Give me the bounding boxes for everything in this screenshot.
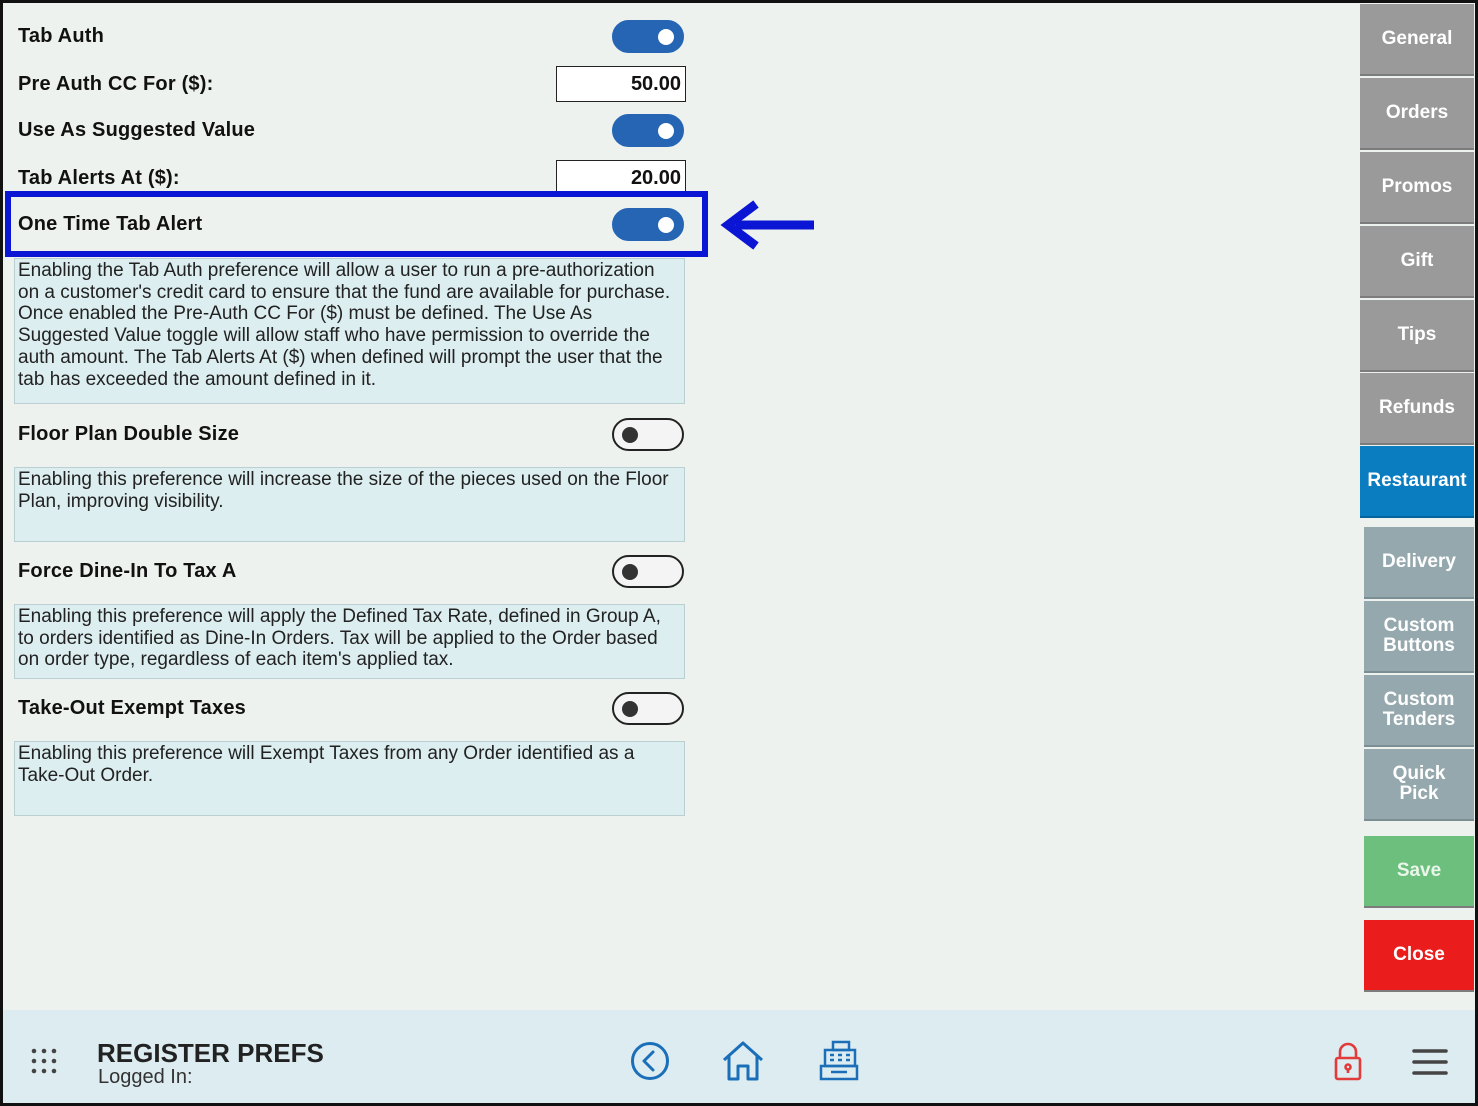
tab-alerts-label: Tab Alerts At ($): bbox=[18, 166, 180, 189]
cash-register-icon[interactable] bbox=[819, 1040, 859, 1082]
save-button[interactable]: Save bbox=[1364, 836, 1474, 908]
toggle-knob bbox=[658, 122, 674, 139]
suggested-value-toggle[interactable] bbox=[612, 113, 684, 147]
nav-refunds[interactable]: Refunds bbox=[1360, 373, 1474, 445]
toggle-knob bbox=[622, 426, 638, 443]
toggle-knob bbox=[622, 563, 638, 580]
hamburger-menu-icon[interactable] bbox=[1412, 1048, 1448, 1076]
nav-custom-buttons[interactable]: Custom Buttons bbox=[1364, 601, 1474, 673]
nav-promos[interactable]: Promos bbox=[1360, 152, 1474, 224]
page-title: REGISTER PREFS bbox=[97, 1038, 324, 1068]
force-dine-in-label: Force Dine-In To Tax A bbox=[18, 559, 237, 582]
floor-plan-label: Floor Plan Double Size bbox=[18, 422, 240, 445]
take-out-row: Take-Out Exempt Taxes bbox=[14, 686, 686, 730]
back-circle-icon[interactable] bbox=[630, 1041, 670, 1081]
nav-custom-tenders[interactable]: Custom Tenders bbox=[1364, 675, 1474, 747]
nav-gift[interactable]: Gift bbox=[1360, 226, 1474, 298]
nav-quick-pick[interactable]: Quick Pick bbox=[1364, 749, 1474, 821]
take-out-toggle[interactable] bbox=[612, 691, 684, 725]
home-icon[interactable] bbox=[721, 1040, 765, 1082]
force-dine-in-description: Enabling this preference will apply the … bbox=[14, 604, 685, 679]
take-out-label: Take-Out Exempt Taxes bbox=[18, 696, 246, 719]
lock-icon[interactable] bbox=[1333, 1041, 1363, 1081]
pre-auth-row: Pre Auth CC For ($): 50.00 bbox=[14, 62, 686, 106]
force-dine-in-toggle[interactable] bbox=[612, 554, 684, 588]
bottom-bar: REGISTER PREFS Logged In: bbox=[0, 1010, 1478, 1106]
force-dine-in-row: Force Dine-In To Tax A bbox=[14, 549, 686, 593]
take-out-description: Enabling this preference will Exempt Tax… bbox=[14, 741, 685, 816]
tab-auth-toggle[interactable] bbox=[612, 19, 684, 53]
nav-tips[interactable]: Tips bbox=[1360, 300, 1474, 372]
apps-grid-icon[interactable] bbox=[30, 1047, 58, 1075]
toggle-knob bbox=[658, 28, 674, 45]
highlight-box bbox=[5, 191, 708, 257]
nav-delivery[interactable]: Delivery bbox=[1364, 527, 1474, 599]
floor-plan-toggle[interactable] bbox=[612, 417, 684, 451]
toggle-knob bbox=[622, 700, 638, 717]
settings-panel: Tab Auth Pre Auth CC For ($): 50.00 Use … bbox=[0, 0, 1356, 1010]
pre-auth-input[interactable]: 50.00 bbox=[556, 66, 686, 102]
logged-in-label: Logged In: bbox=[98, 1066, 193, 1088]
tab-auth-label: Tab Auth bbox=[18, 24, 105, 47]
suggested-value-label: Use As Suggested Value bbox=[18, 118, 256, 141]
tab-auth-description: Enabling the Tab Auth preference will al… bbox=[14, 258, 685, 404]
nav-restaurant[interactable]: Restaurant bbox=[1360, 446, 1474, 518]
close-button[interactable]: Close bbox=[1364, 920, 1474, 992]
pre-auth-label: Pre Auth CC For ($): bbox=[18, 72, 214, 95]
tab-auth-row: Tab Auth bbox=[14, 14, 686, 58]
nav-general[interactable]: General bbox=[1360, 4, 1474, 76]
floor-plan-row: Floor Plan Double Size bbox=[14, 412, 686, 456]
category-sidebar: General Orders Promos Gift Tips Refunds … bbox=[1356, 0, 1478, 1010]
arrow-left-annotation bbox=[718, 196, 818, 254]
nav-orders[interactable]: Orders bbox=[1360, 78, 1474, 150]
floor-plan-description: Enabling this preference will increase t… bbox=[14, 467, 685, 542]
suggested-value-row: Use As Suggested Value bbox=[14, 108, 686, 152]
